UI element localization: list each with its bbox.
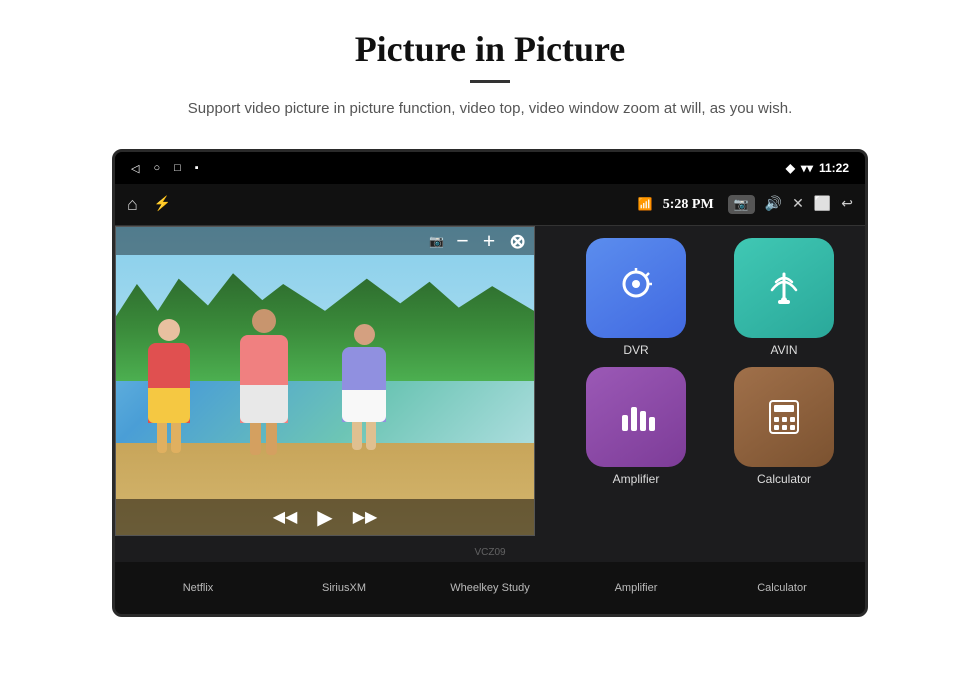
status-bar-right: ◆ ▾▾ 11:22 [786, 161, 849, 175]
pip-close-button[interactable]: ⊗ [509, 229, 526, 254]
calculator-icon [762, 395, 806, 439]
nav-usb-icon[interactable]: ⚡ [154, 196, 171, 213]
amplifier-bottom-label: Amplifier [615, 582, 658, 594]
nav-camera-icon[interactable]: 📷 [728, 195, 755, 214]
nav-wifi-icon: 📶 [638, 197, 653, 212]
app-cell-calculator[interactable]: Calculator [715, 367, 853, 486]
dvr-label: DVR [623, 343, 648, 357]
bottom-app-amplifier-bottom[interactable]: Amplifier [576, 582, 696, 594]
avin-icon-box[interactable] [734, 238, 834, 338]
app-cell-amplifier[interactable]: Amplifier [567, 367, 705, 486]
video-scene [116, 227, 534, 535]
bottom-app-calculator-bottom[interactable]: Calculator [722, 582, 842, 594]
bottom-labels-row: Netflix SiriusXM Wheelkey Study Amplifie… [115, 562, 865, 614]
location-icon: ◆ [786, 161, 795, 175]
title-divider [470, 80, 510, 83]
dvr-icon [614, 266, 658, 310]
page-title: Picture in Picture [60, 28, 920, 70]
pip-plus-button[interactable]: + [483, 228, 496, 254]
status-bar: ◁ ○ □ ▪ ◆ ▾▾ 11:22 [115, 152, 865, 184]
pip-minus-button[interactable]: − [456, 228, 469, 254]
recents-icon[interactable]: □ [174, 162, 181, 174]
amplifier-label: Amplifier [613, 472, 660, 486]
nav-close-icon[interactable]: ✕ [792, 196, 804, 213]
nav-time: 5:28 PM [663, 197, 714, 213]
wifi-icon: ▾▾ [801, 161, 813, 175]
dvr-icon-box[interactable] [586, 238, 686, 338]
header-section: Picture in Picture Support video picture… [0, 0, 980, 131]
video-pip[interactable]: 📷 − + ⊗ ◀◀ ▶ ▶▶ [115, 226, 535, 536]
video-play-button[interactable]: ▶ [317, 505, 332, 530]
netflix-label: Netflix [183, 582, 214, 594]
nav-window-icon[interactable]: ⬜ [814, 196, 831, 213]
left-column: 📷 − + ⊗ ◀◀ ▶ ▶▶ [115, 226, 555, 617]
pip-controls: − + ⊗ [456, 228, 526, 254]
calculator-bottom-label: Calculator [757, 582, 807, 594]
video-bottom-controls: ◀◀ ▶ ▶▶ [116, 499, 534, 535]
siriusxm-label: SiriusXM [322, 582, 366, 594]
menu-icon[interactable]: ▪ [195, 162, 199, 174]
nav-right: 📶 5:28 PM 📷 🔊 ✕ ⬜ ↩ [638, 195, 853, 214]
home-icon[interactable]: ○ [153, 162, 160, 174]
nav-home-icon[interactable]: ⌂ [127, 194, 138, 215]
app-cell-dvr[interactable]: DVR [567, 238, 705, 357]
device-frame: ◁ ○ □ ▪ ◆ ▾▾ 11:22 ⌂ ⚡ 📶 5:28 PM 📷 🔊 ✕ ⬜ [112, 149, 868, 617]
bottom-app-wheelkey[interactable]: Wheelkey Study [430, 582, 550, 594]
back-icon[interactable]: ◁ [131, 162, 139, 175]
status-time: 11:22 [819, 161, 849, 175]
pip-camera-icon: 📷 [429, 234, 444, 249]
main-area: 📷 − + ⊗ ◀◀ ▶ ▶▶ [115, 226, 865, 617]
nav-bar: ⌂ ⚡ 📶 5:28 PM 📷 🔊 ✕ ⬜ ↩ [115, 184, 865, 226]
right-column: DVR AVIN [555, 226, 865, 617]
bottom-app-siriusxm[interactable]: SiriusXM [284, 582, 404, 594]
subtitle: Support video picture in picture functio… [130, 97, 850, 121]
calculator-icon-box[interactable] [734, 367, 834, 467]
video-rewind-button[interactable]: ◀◀ [273, 507, 298, 527]
amplifier-icon [614, 395, 658, 439]
app-grid: DVR AVIN [563, 234, 857, 490]
calculator-label: Calculator [757, 472, 811, 486]
pip-topbar: 📷 − + ⊗ [116, 227, 534, 255]
nav-volume-icon[interactable]: 🔊 [765, 196, 782, 213]
avin-icon [762, 266, 806, 310]
status-bar-left: ◁ ○ □ ▪ [131, 162, 199, 175]
amplifier-icon-box[interactable] [586, 367, 686, 467]
video-forward-button[interactable]: ▶▶ [353, 507, 378, 527]
wheelkey-label: Wheelkey Study [450, 582, 529, 594]
nav-back-icon[interactable]: ↩ [841, 196, 853, 213]
app-cell-avin[interactable]: AVIN [715, 238, 853, 357]
bottom-app-netflix[interactable]: Netflix [138, 582, 258, 594]
avin-label: AVIN [770, 343, 797, 357]
page-wrapper: Picture in Picture Support video picture… [0, 0, 980, 698]
